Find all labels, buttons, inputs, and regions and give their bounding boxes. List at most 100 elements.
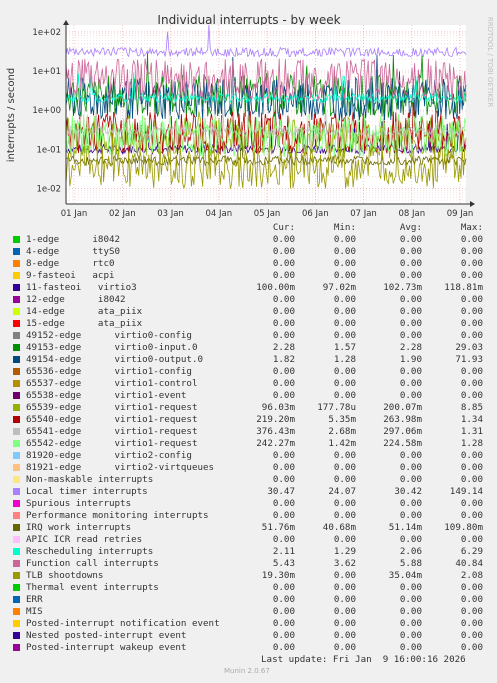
legend-value-avg: 30.42 (394, 486, 422, 497)
legend-value-max: 29.03 (455, 342, 483, 353)
legend-value-avg: 0.00 (399, 594, 422, 605)
legend-value-avg: 0.00 (399, 606, 422, 617)
legend-label: 49153-edge virtio0-input.0 (26, 342, 198, 353)
legend-value-min: 0.00 (333, 330, 356, 341)
legend-value-avg: 0.00 (399, 378, 422, 389)
legend-row: 65539-edge virtio1-request 96.03m 177.78u 2… (0, 402, 497, 414)
legend-value-max: 0.00 (460, 618, 483, 629)
legend-value-max: 0.00 (460, 462, 483, 473)
legend-value-cur: 51.76m (261, 522, 295, 533)
legend-value-cur: 0.00 (272, 234, 295, 245)
legend-value-cur: 376.43m (256, 426, 295, 437)
legend-label: 9-fasteoi acpi (26, 270, 115, 281)
legend-row: 8-edge rtc0 0.00 0.00 0.00 0.00 (0, 258, 497, 270)
legend-row: 11-fasteoi virtio3 100.00m 97.02m 102.73m 11… (0, 282, 497, 294)
legend-value-min: 0.00 (333, 498, 356, 509)
legend-value-avg: 0.00 (399, 306, 422, 317)
legend-row: 65541-edge virtio1-request 376.43m 2.68m 29… (0, 426, 497, 438)
legend-value-max: 0.00 (460, 318, 483, 329)
x-tick-label: 05 Jan (254, 209, 281, 219)
legend-value-cur: 0.00 (272, 306, 295, 317)
legend-value-avg: 0.00 (399, 318, 422, 329)
legend-value-avg: 0.00 (399, 474, 422, 485)
legend-value-avg: 0.00 (399, 330, 422, 341)
legend-label: APIC ICR read retries (26, 534, 143, 545)
legend-value-min: 0.00 (333, 534, 356, 545)
legend-swatch (13, 512, 20, 519)
legend-row: 81920-edge virtio2-config 0.00 0.00 0.00 0.0… (0, 450, 497, 462)
legend-value-avg: 51.14m (388, 522, 422, 533)
legend-value-avg: 2.28 (399, 342, 422, 353)
legend-value-avg: 0.00 (399, 510, 422, 521)
legend-value-cur: 96.03m (261, 402, 295, 413)
legend-value-max: 109.80m (444, 522, 483, 533)
legend-value-min: 2.68m (328, 426, 356, 437)
legend-value-avg: 224.58m (383, 438, 422, 449)
legend-value-min: 1.42m (328, 438, 356, 449)
legend-value-cur: 0.00 (272, 246, 295, 257)
legend-value-min: 0.00 (333, 510, 356, 521)
legend-row: Function call interrupts 5.43 3.62 5.88 40.8… (0, 558, 497, 570)
legend-value-max: 0.00 (460, 390, 483, 401)
last-update: Last update: Fri Jan 9 16:00:16 2026 (261, 654, 466, 665)
legend-value-avg: 0.00 (399, 258, 422, 269)
legend-value-avg: 1.90 (399, 354, 422, 365)
legend-value-max: 0.00 (460, 270, 483, 281)
legend-swatch (13, 452, 20, 459)
legend-row: TLB shootdowns 19.30m 0.00 35.04m 2.08 (0, 570, 497, 582)
legend-value-min: 0.00 (333, 366, 356, 377)
legend-value-min: 0.00 (333, 270, 356, 281)
legend-value-cur: 19.30m (261, 570, 295, 581)
legend-value-cur: 0.00 (272, 498, 295, 509)
legend-swatch (13, 416, 20, 423)
legend-swatch (13, 440, 20, 447)
legend-label: 12-edge i8042 (26, 294, 126, 305)
legend-swatch (13, 548, 20, 555)
legend-row: IRQ work interrupts 51.76m 40.68m 51.14m 109… (0, 522, 497, 534)
legend-label: 65539-edge virtio1-request (26, 402, 198, 413)
x-tick-label: 03 Jan (157, 209, 184, 219)
legend-swatch (13, 404, 20, 411)
legend-value-max: 1.28 (460, 438, 483, 449)
legend-swatch (13, 488, 20, 495)
legend-label: 81920-edge virtio2-config (26, 450, 192, 461)
legend-value-min: 0.00 (333, 246, 356, 257)
legend-row: 49154-edge virtio0-output.0 1.82 1.28 1.90 7… (0, 354, 497, 366)
legend-row: 4-edge ttyS0 0.00 0.00 0.00 0.00 (0, 246, 497, 258)
legend-value-max: 0.00 (460, 642, 483, 653)
legend-row: 65538-edge virtio1-event 0.00 0.00 0.00 0.00 (0, 390, 497, 402)
legend-label: 65538-edge virtio1-event (26, 390, 187, 401)
legend-value-avg: 0.00 (399, 642, 422, 653)
legend-value-min: 1.57 (333, 342, 356, 353)
legend-value-max: 0.00 (460, 510, 483, 521)
legend-value-max: 0.00 (460, 330, 483, 341)
legend-value-max: 1.31 (460, 426, 483, 437)
legend-value-min: 3.62 (333, 558, 356, 569)
legend-row: 49152-edge virtio0-config 0.00 0.00 0.00 0.0… (0, 330, 497, 342)
legend-value-cur: 0.00 (272, 294, 295, 305)
legend-value-avg: 0.00 (399, 390, 422, 401)
col-header-min: Min: (333, 222, 356, 233)
legend-value-min: 0.00 (333, 294, 356, 305)
y-axis-arrow (63, 20, 69, 25)
legend-value-max: 1.34 (460, 414, 483, 425)
legend-value-max: 0.00 (460, 498, 483, 509)
legend-value-max: 0.00 (460, 294, 483, 305)
legend-label: IRQ work interrupts (26, 522, 132, 533)
legend-value-max: 0.00 (460, 366, 483, 377)
legend-label: 49154-edge virtio0-output.0 (26, 354, 204, 365)
legend-value-avg: 0.00 (399, 534, 422, 545)
legend-swatch (13, 320, 20, 327)
legend-row: Non-maskable interrupts 0.00 0.00 0.00 0.00 (0, 474, 497, 486)
legend-value-min: 0.00 (333, 306, 356, 317)
legend-label: 15-edge ata_piix (26, 318, 143, 329)
y-tick-label: 1e-02 (36, 184, 61, 194)
x-tick-label: 09 Jan (447, 209, 474, 219)
legend-swatch (13, 644, 20, 651)
legend-value-avg: 263.98m (383, 414, 422, 425)
legend-swatch (13, 284, 20, 291)
legend-value-max: 0.00 (460, 534, 483, 545)
legend-row: Rescheduling interrupts 2.11 1.29 2.06 6.29 (0, 546, 497, 558)
legend-row: Posted-interrupt notification event 0.00 0… (0, 618, 497, 630)
chart-title: Individual interrupts - by week (157, 13, 340, 27)
